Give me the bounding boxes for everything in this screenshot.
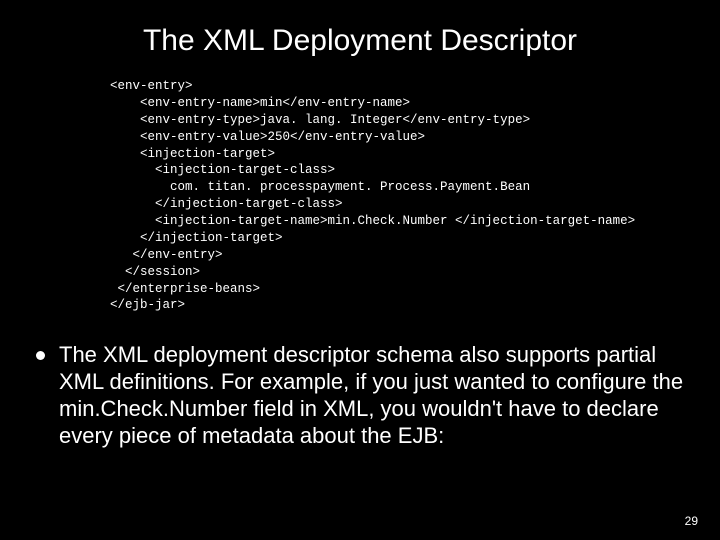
body-row: The XML deployment descriptor schema als… [30,342,690,449]
slide-title: The XML Deployment Descriptor [30,24,690,58]
slide: The XML Deployment Descriptor <env-entry… [0,0,720,540]
body-text: The XML deployment descriptor schema als… [59,342,684,449]
page-number: 29 [685,514,698,528]
xml-code-block: <env-entry> <env-entry-name>min</env-ent… [110,78,690,314]
bullet-icon [36,351,45,360]
